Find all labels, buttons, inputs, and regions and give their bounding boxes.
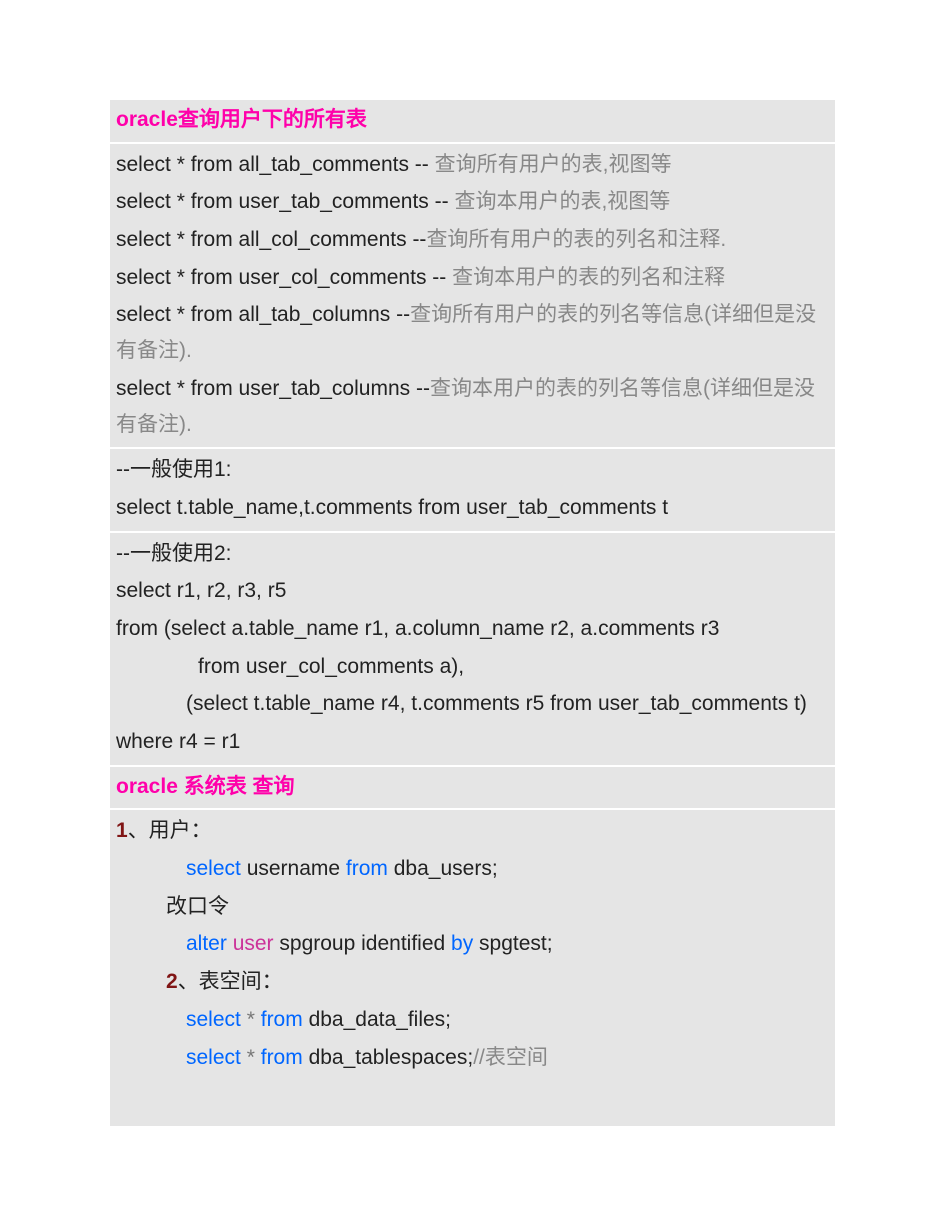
comment: 查询所有用户的表的列名和注释. (426, 228, 726, 251)
comment: 查询所有用户的表,视图等 (435, 153, 672, 176)
keyword: by (451, 932, 473, 955)
list-number: 1 (116, 819, 128, 842)
keyword: alter (186, 932, 227, 955)
document-page: oracle查询用户下的所有表 select * from all_tab_co… (0, 0, 945, 1223)
code-line: from user_col_comments a), (116, 648, 829, 686)
code: spgtest; (473, 932, 552, 955)
comment: 查询本用户的表的列名和注释 (452, 266, 725, 289)
list-item: 1、用户： (116, 812, 829, 850)
code: select * from user_tab_comments -- (116, 190, 454, 213)
keyword: from (261, 1008, 303, 1031)
keyword: select (186, 1008, 241, 1031)
code-line: select username from dba_users; (116, 850, 829, 888)
code: username (241, 857, 346, 880)
code-line: from (select a.table_name r1, a.column_n… (116, 610, 829, 648)
code: dba_data_files; (303, 1008, 451, 1031)
list-item: 2、表空间： (116, 963, 829, 1001)
code: select * from user_tab_columns -- (116, 377, 430, 400)
code-line: select * from dba_data_files; (116, 1001, 829, 1039)
code-line: select * from user_col_comments -- 查询本用户… (116, 259, 829, 297)
code-block-2: --一般使用1: select t.table_name,t.comments … (110, 449, 835, 532)
code-block-4: 1、用户： select username from dba_users; 改口… (110, 810, 835, 1128)
code-line: select * from user_tab_columns --查询本用户的表… (116, 370, 829, 443)
list-text: 、表空间： (178, 970, 283, 993)
code-line: select * from all_col_comments --查询所有用户的… (116, 221, 829, 259)
keyword: user (233, 932, 274, 955)
code-line: 改口令 (116, 888, 829, 926)
star: * (247, 1008, 255, 1031)
keyword: from (346, 857, 388, 880)
code: select * from all_tab_comments -- (116, 153, 435, 176)
code-block-1: select * from all_tab_comments -- 查询所有用户… (110, 144, 835, 450)
keyword: select (186, 1046, 241, 1069)
comment: //表空间 (473, 1046, 548, 1069)
list-text: 、用户： (128, 819, 212, 842)
keyword: select (186, 857, 241, 880)
code: select * from all_col_comments -- (116, 228, 426, 251)
code-line: where r4 = r1 (116, 723, 829, 761)
code-line: select * from dba_tablespaces;//表空间 (116, 1039, 829, 1077)
code-line: select r1, r2, r3, r5 (116, 572, 829, 610)
code-line: select t.table_name,t.comments from user… (116, 489, 829, 527)
code-line: --一般使用2: (116, 535, 829, 573)
code: select * from user_col_comments -- (116, 266, 452, 289)
code: dba_tablespaces; (303, 1046, 473, 1069)
code: select * from all_tab_columns -- (116, 303, 410, 326)
code-line: alter user spgroup identified by spgtest… (116, 925, 829, 963)
code-line: select * from user_tab_comments -- 查询本用户… (116, 183, 829, 221)
code-line: (select t.table_name r4, t.comments r5 f… (116, 685, 829, 723)
star: * (247, 1046, 255, 1069)
comment: 查询本用户的表,视图等 (454, 190, 670, 213)
code: dba_users; (388, 857, 498, 880)
list-number: 2 (166, 970, 178, 993)
section-title-2: oracle 系统表 查询 (110, 767, 835, 811)
code-line: select * from all_tab_columns --查询所有用户的表… (116, 296, 829, 369)
section-title-1: oracle查询用户下的所有表 (110, 100, 835, 144)
code: spgroup identified (274, 932, 451, 955)
code-line: select * from all_tab_comments -- 查询所有用户… (116, 146, 829, 184)
keyword: from (261, 1046, 303, 1069)
code-line: --一般使用1: (116, 451, 829, 489)
code-block-3: --一般使用2: select r1, r2, r3, r5 from (sel… (110, 533, 835, 767)
